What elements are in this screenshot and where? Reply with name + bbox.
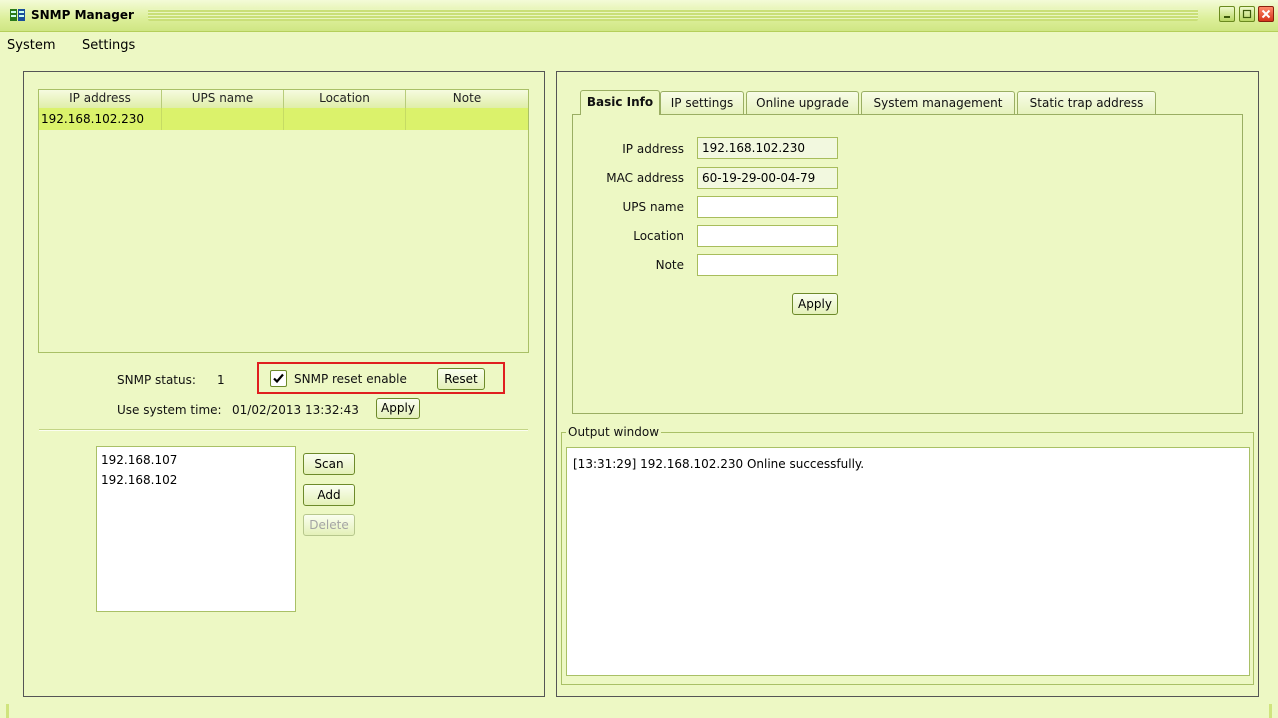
- tab-ip-settings[interactable]: IP settings: [660, 91, 744, 114]
- close-button[interactable]: [1258, 6, 1274, 22]
- column-ups-name[interactable]: UPS name: [162, 90, 284, 108]
- location-field[interactable]: [697, 225, 838, 247]
- snmp-reset-enable-label[interactable]: SNMP reset enable: [294, 372, 407, 386]
- output-line: [13:31:29] 192.168.102.230 Online succes…: [573, 457, 865, 471]
- ups-name-label: UPS name: [622, 200, 684, 214]
- title-bar[interactable]: SNMP Manager: [0, 0, 1278, 32]
- location-label: Location: [633, 229, 684, 243]
- close-icon: [1261, 9, 1271, 19]
- apply-time-button[interactable]: Apply: [376, 398, 420, 419]
- cell-note: [406, 108, 528, 130]
- maximize-button[interactable]: [1239, 6, 1255, 22]
- window-title: SNMP Manager: [31, 8, 134, 22]
- window-right-edge: [1269, 704, 1272, 718]
- maximize-icon: [1242, 9, 1252, 19]
- window-left-edge: [6, 704, 9, 718]
- ups-name-field[interactable]: [697, 196, 838, 218]
- column-ip-address[interactable]: IP address: [39, 90, 162, 108]
- output-window-legend: Output window: [566, 425, 662, 439]
- column-note[interactable]: Note: [406, 90, 528, 108]
- tab-system-management[interactable]: System management: [861, 91, 1015, 114]
- system-time-value: 01/02/2013 13:32:43: [232, 403, 359, 417]
- snmp-status-value: 1: [217, 373, 225, 387]
- table-row[interactable]: 192.168.102.230: [39, 108, 528, 130]
- mac-address-label: MAC address: [606, 171, 684, 185]
- cell-location: [284, 108, 406, 130]
- output-window[interactable]: [13:31:29] 192.168.102.230 Online succes…: [566, 447, 1250, 676]
- scan-button[interactable]: Scan: [303, 453, 355, 475]
- note-label: Note: [655, 258, 684, 272]
- app-window: SNMP Manager System Settings IP address …: [0, 0, 1278, 718]
- checkmark-icon: [273, 373, 284, 384]
- ip-address-field[interactable]: [697, 137, 838, 159]
- tab-basic-info[interactable]: Basic Info: [580, 90, 660, 115]
- tab-online-upgrade[interactable]: Online upgrade: [746, 91, 859, 114]
- ip-address-label: IP address: [622, 142, 684, 156]
- tab-static-trap-address[interactable]: Static trap address: [1017, 91, 1156, 114]
- system-time-label: Use system time:: [117, 403, 222, 417]
- mac-address-field[interactable]: [697, 167, 838, 189]
- minimize-icon: [1224, 16, 1230, 18]
- snmp-reset-enable-checkbox[interactable]: [270, 370, 287, 387]
- menu-system[interactable]: System: [7, 38, 55, 53]
- minimize-button[interactable]: [1219, 6, 1235, 22]
- delete-button[interactable]: Delete: [303, 514, 355, 536]
- device-table-header: IP address UPS name Location Note: [39, 90, 528, 109]
- list-item[interactable]: 192.168.107: [97, 450, 295, 470]
- snmp-status-label: SNMP status:: [117, 373, 196, 387]
- list-item[interactable]: 192.168.102: [97, 470, 295, 490]
- column-location[interactable]: Location: [284, 90, 406, 108]
- apply-basic-info-button[interactable]: Apply: [792, 293, 838, 315]
- add-button[interactable]: Add: [303, 484, 355, 506]
- cell-ip-address: 192.168.102.230: [39, 108, 162, 130]
- reset-button[interactable]: Reset: [437, 368, 485, 390]
- app-icon: [10, 9, 25, 21]
- title-bar-stripes: [148, 9, 1198, 21]
- left-divider: [39, 429, 528, 431]
- cell-ups-name: [162, 108, 284, 130]
- note-field[interactable]: [697, 254, 838, 276]
- menu-settings[interactable]: Settings: [82, 38, 135, 53]
- scan-ip-list[interactable]: 192.168.107 192.168.102: [96, 446, 296, 612]
- menu-bar: System Settings: [0, 32, 1278, 58]
